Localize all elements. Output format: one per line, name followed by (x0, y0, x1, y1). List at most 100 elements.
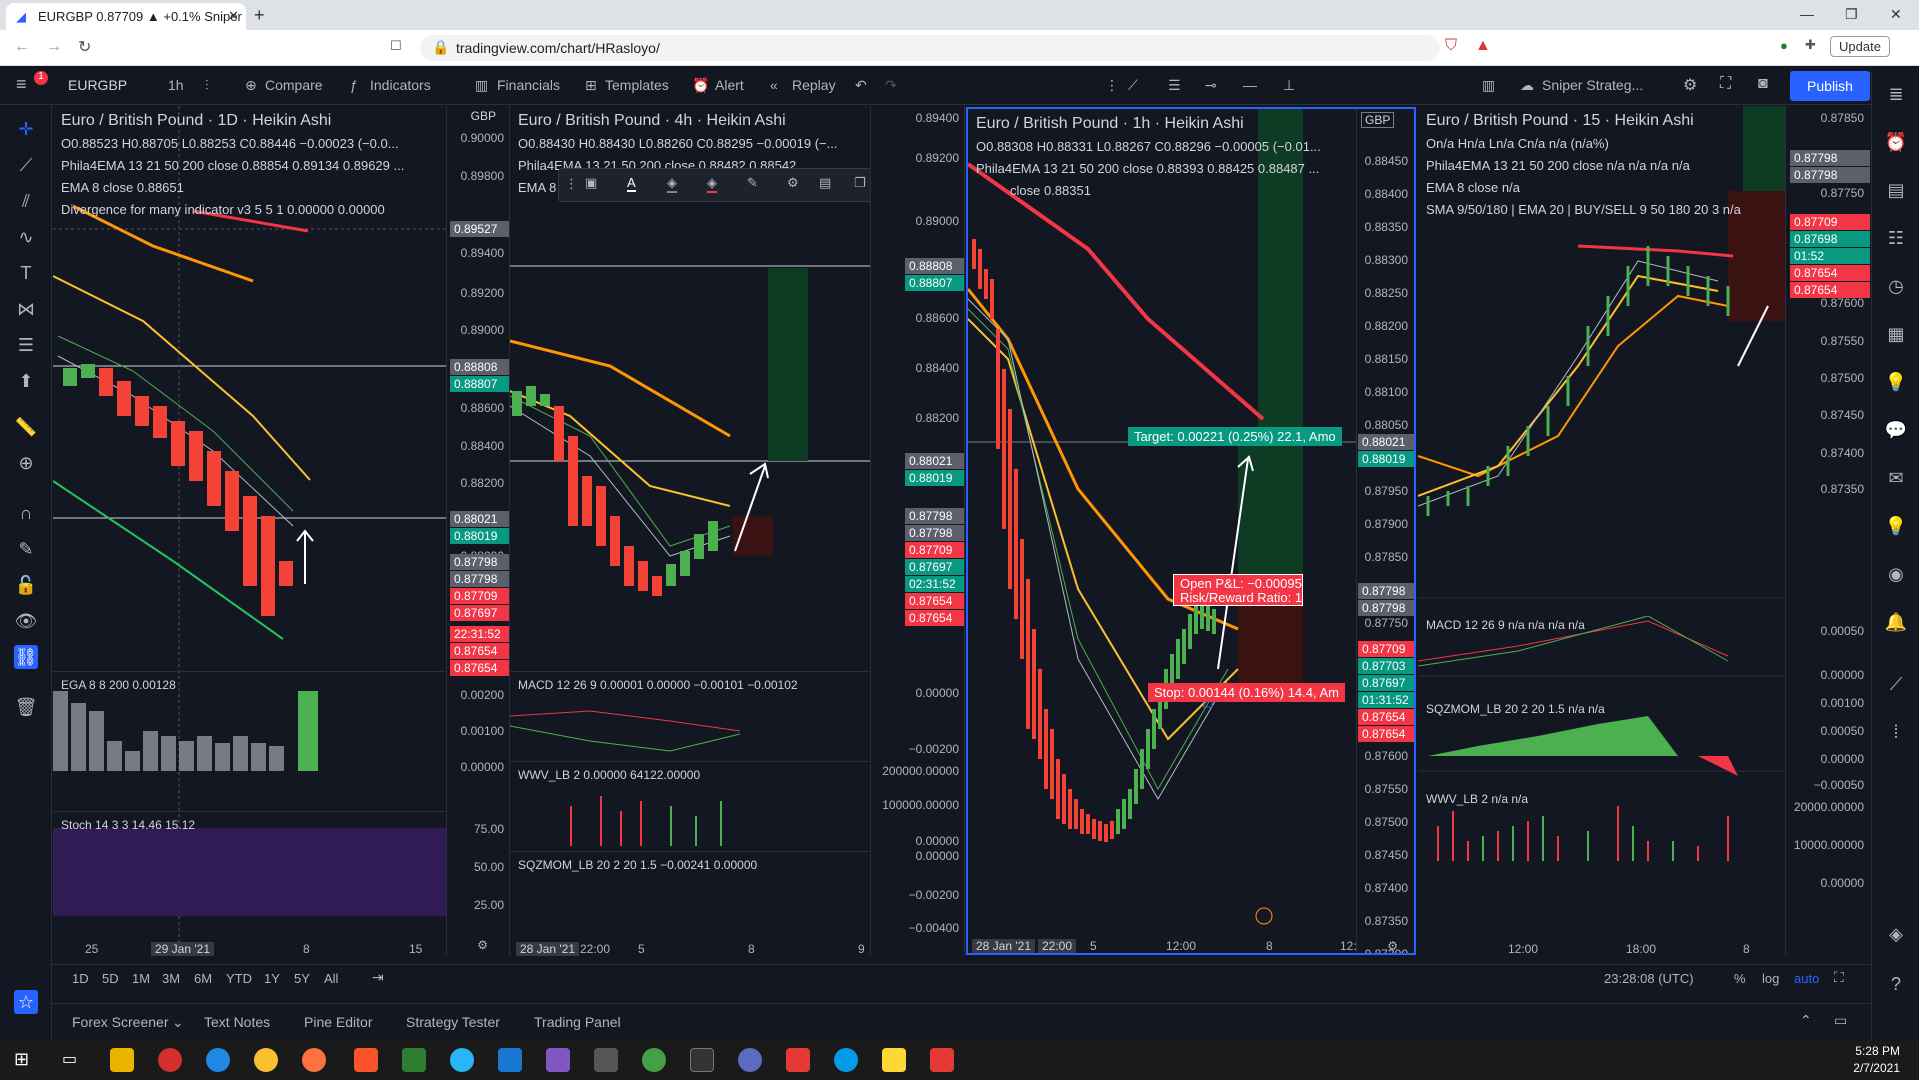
range-5y[interactable]: 5Y (294, 971, 310, 986)
calendar-icon[interactable]: ◷ (1884, 274, 1908, 298)
windows-start-icon[interactable]: ⊞ (14, 1049, 29, 1070)
refresh-app-icon[interactable] (642, 1048, 666, 1072)
firefox-icon[interactable] (302, 1048, 326, 1072)
magnet-icon[interactable]: ∩ (14, 501, 38, 525)
chart-type-icon[interactable]: ⫶ (205, 77, 209, 94)
close-window-icon[interactable]: ✕ (1890, 6, 1902, 23)
template-icon[interactable]: ▣ (585, 175, 597, 191)
visual-studio-icon[interactable] (546, 1048, 570, 1072)
maximize-icon[interactable]: ❐ (1845, 6, 1858, 23)
horizontal-ray-icon[interactable]: ⊸ (1205, 77, 1217, 94)
file-explorer-icon[interactable] (110, 1048, 134, 1072)
replay-button[interactable]: Replay (792, 77, 836, 93)
publish-button[interactable]: Publish (1790, 71, 1870, 101)
fullscreen-icon[interactable]: ⛶ (1720, 75, 1731, 93)
price-axis-4h[interactable]: 0.89400 0.89200 0.89000 0.88600 0.88400 … (870, 106, 964, 956)
vscode-icon[interactable] (498, 1048, 522, 1072)
chart-pane-1d[interactable]: Euro / British Pound · 1D · Heikin Ashi … (53, 106, 510, 956)
price-axis-15m[interactable]: 0.87850 0.87750 0.87600 0.87550 0.87500 … (1785, 106, 1870, 956)
maximize-panel-icon[interactable]: ▭ (1834, 1012, 1847, 1029)
drag-handle-icon[interactable]: ⋮ (1105, 77, 1119, 94)
back-icon[interactable]: ← (14, 38, 30, 56)
task-view-icon[interactable]: ▭ (62, 1049, 77, 1069)
trade-icon[interactable]: ⟋ (1884, 672, 1908, 696)
chart-pane-1h[interactable]: Euro / British Pound · 1h · Heikin Ashi … (966, 107, 1416, 955)
link-icon[interactable]: ⛓ (14, 645, 38, 669)
tab-pine-editor[interactable]: Pine Editor (304, 1014, 372, 1030)
pencil-lock-icon[interactable]: ✎ (14, 537, 38, 561)
app-icon[interactable] (450, 1048, 474, 1072)
settings-gear-icon[interactable] (594, 1048, 618, 1072)
goto-date-icon[interactable]: ⇥ (372, 969, 384, 986)
range-1y[interactable]: 1Y (264, 971, 280, 986)
price-axis-1h[interactable]: GBP 0.88450 0.88400 0.88350 0.88300 0.88… (1356, 109, 1414, 953)
edge-icon[interactable] (206, 1048, 230, 1072)
range-6m[interactable]: 6M (194, 971, 212, 986)
help-icon[interactable]: ? (1884, 972, 1908, 996)
stop-fill-icon[interactable]: ◈ (707, 175, 717, 193)
zoom-icon[interactable]: ⊕ (14, 451, 38, 475)
telegram-icon[interactable] (834, 1048, 858, 1072)
axis-settings-icon[interactable]: ⚙ (1387, 939, 1398, 953)
layout-icon[interactable]: ▥ (1482, 77, 1495, 94)
range-1d[interactable]: 1D (72, 971, 89, 986)
range-3m[interactable]: 3M (162, 971, 180, 986)
symbol-search[interactable]: EURGBP (68, 77, 127, 93)
close-tab-icon[interactable]: ✕ (228, 8, 239, 24)
reload-icon[interactable]: ↻ (78, 37, 91, 57)
auto-toggle[interactable]: auto (1794, 971, 1819, 986)
chat-icon[interactable]: 💬 (1884, 418, 1908, 442)
measure-icon[interactable]: ⊥ (1283, 77, 1295, 94)
drag-handle-icon[interactable]: ⋮ (565, 176, 578, 192)
undo-icon[interactable]: ↶ (855, 77, 867, 94)
favorites-star-icon[interactable]: ☆ (14, 990, 38, 1014)
sticky-notes-icon[interactable] (882, 1048, 906, 1072)
chart-canvas-1h[interactable] (968, 109, 1356, 955)
range-ytd[interactable]: YTD (226, 971, 252, 986)
bookmark-icon[interactable]: ☐ (390, 38, 402, 54)
utc-clock[interactable]: 23:28:08 (UTC) (1604, 971, 1694, 986)
hotlist-icon[interactable]: ☷ (1884, 226, 1908, 250)
screener-icon[interactable]: ▦ (1884, 322, 1908, 346)
layers-icon[interactable]: ◈ (1884, 922, 1908, 946)
prediction-tool-icon[interactable]: ☰ (14, 333, 38, 357)
alert-button[interactable]: Alert (715, 77, 744, 93)
fit-icon[interactable]: ⛶ (1834, 969, 1844, 986)
chrome-icon[interactable] (254, 1048, 278, 1072)
price-axis-1d[interactable]: GBP 0.90000 0.89800 0.89400 0.89200 0.89… (446, 106, 509, 956)
tab-forex-screener[interactable]: Forex Screener (72, 1014, 168, 1030)
collapse-panel-icon[interactable]: ⌃ (1800, 1012, 1812, 1029)
minimize-icon[interactable]: — (1800, 6, 1814, 22)
puzzle-icon[interactable]: ✚ (1805, 37, 1816, 53)
notifications-icon[interactable]: 🔔 (1884, 610, 1908, 634)
menu-icon[interactable]: ≡ (16, 74, 27, 95)
text-tool-icon[interactable]: T (14, 261, 38, 285)
interval-button[interactable]: 1h (168, 77, 184, 93)
update-button[interactable]: Update (1830, 36, 1890, 57)
camera-icon[interactable]: ◙ (1758, 75, 1768, 93)
brush-tool-icon[interactable]: ∿ (14, 225, 38, 249)
r-icon[interactable] (738, 1048, 762, 1072)
trend-line-icon[interactable]: ⟋ (1128, 77, 1138, 94)
forward-icon[interactable]: → (46, 38, 62, 56)
pattern-tool-icon[interactable]: ⋈ (14, 297, 38, 321)
extension-icon[interactable]: ● (1780, 38, 1788, 53)
visibility-icon[interactable]: ▤ (819, 175, 831, 191)
tab-trading-panel[interactable]: Trading Panel (534, 1014, 621, 1030)
percent-toggle[interactable]: % (1734, 971, 1746, 986)
axis-settings-icon[interactable]: ⚙ (477, 938, 488, 952)
messages-icon[interactable]: ✉ (1884, 466, 1908, 490)
clone-icon[interactable]: ❐ (854, 175, 866, 191)
range-5d[interactable]: 5D (102, 971, 119, 986)
tab-strategy-tester[interactable]: Strategy Tester (406, 1014, 500, 1030)
crosshair-icon[interactable]: ✛ (14, 117, 38, 141)
horizontal-line-icon[interactable]: — (1243, 77, 1257, 93)
redo-icon[interactable]: ↷ (885, 77, 897, 94)
excel-icon[interactable] (402, 1048, 426, 1072)
brave-rewards-icon[interactable]: ▲ (1475, 37, 1491, 55)
anydesk-icon[interactable] (786, 1048, 810, 1072)
line-tool-icon[interactable]: ⟋ (14, 153, 38, 177)
financials-button[interactable]: Financials (497, 77, 560, 93)
url-input[interactable]: 🔒 tradingview.com/chart/HRasloyo/ (420, 35, 1440, 61)
fib-icon[interactable]: ☰ (1168, 77, 1181, 94)
